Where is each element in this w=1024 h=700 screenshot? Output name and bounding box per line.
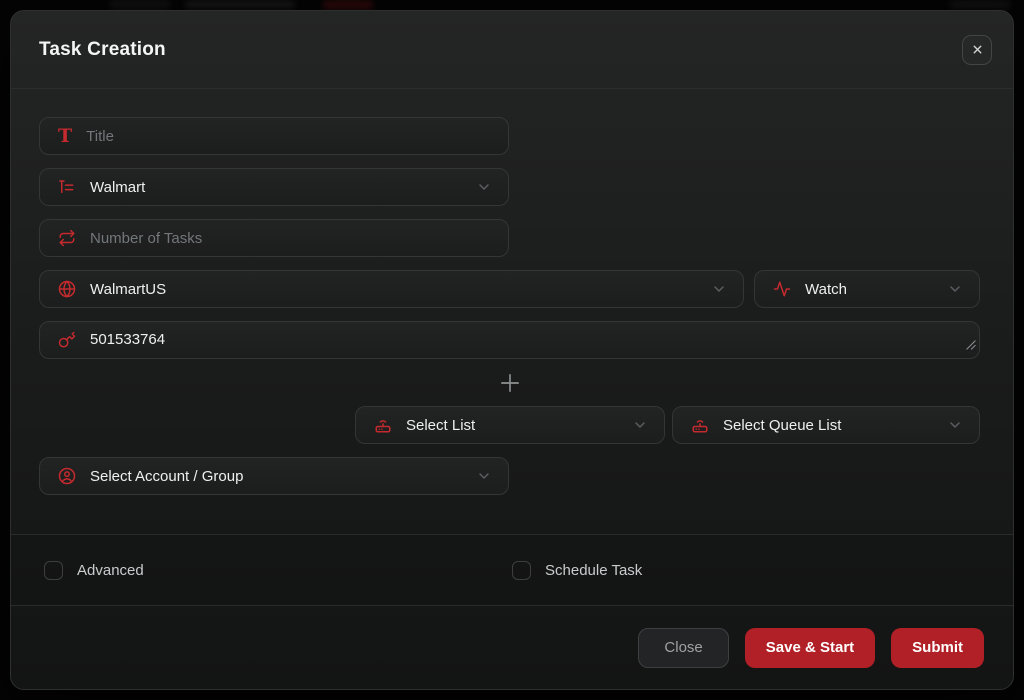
modal-footer: Close Save & Start Submit	[11, 606, 1013, 689]
advanced-checkbox[interactable]	[44, 561, 63, 580]
plus-icon	[496, 369, 524, 397]
chevron-down-icon	[947, 417, 963, 433]
mode-select-value: Watch	[805, 281, 933, 298]
key-icon	[58, 331, 76, 349]
list-select-value: Select List	[406, 417, 618, 434]
store-select-value: WalmartUS	[90, 281, 697, 298]
task-creation-modal: Task Creation T Walmart	[10, 10, 1014, 690]
modal-header: Task Creation	[11, 11, 1013, 89]
text-title-icon: T	[58, 127, 72, 146]
account-select-value: Select Account / Group	[90, 468, 462, 485]
activity-icon	[773, 280, 791, 298]
user-circle-icon	[58, 467, 76, 485]
page-title: Task Creation	[39, 39, 166, 61]
close-footer-button[interactable]: Close	[638, 628, 728, 668]
chevron-down-icon	[476, 468, 492, 484]
close-button[interactable]	[962, 35, 992, 65]
account-select[interactable]: Select Account / Group	[39, 457, 509, 495]
chevron-down-icon	[632, 417, 648, 433]
title-input[interactable]	[86, 128, 492, 145]
schedule-task-option[interactable]: Schedule Task	[512, 561, 642, 580]
mode-select[interactable]: Watch	[754, 270, 980, 308]
product-input-field[interactable]: 501533764	[39, 321, 980, 359]
platform-select-value: Walmart	[90, 179, 462, 196]
list-select[interactable]: Select List	[355, 406, 665, 444]
submit-button[interactable]: Submit	[891, 628, 984, 668]
background-blur	[323, 0, 373, 10]
add-row	[39, 359, 980, 406]
background-blur	[950, 0, 1010, 9]
title-field[interactable]: T	[39, 117, 509, 155]
chevron-down-icon	[711, 281, 727, 297]
add-task-button[interactable]	[496, 369, 524, 397]
schedule-task-label: Schedule Task	[545, 562, 642, 579]
router-icon	[374, 416, 392, 434]
queue-list-select[interactable]: Select Queue List	[672, 406, 980, 444]
platform-select[interactable]: Walmart	[39, 168, 509, 206]
background-blur	[185, 0, 295, 9]
close-icon	[971, 43, 984, 56]
chevron-down-icon	[947, 281, 963, 297]
save-start-button[interactable]: Save & Start	[745, 628, 875, 668]
schedule-task-checkbox[interactable]	[512, 561, 531, 580]
task-form: T Walmart WalmartUS	[11, 89, 1013, 534]
product-input[interactable]: 501533764	[90, 330, 971, 350]
store-select[interactable]: WalmartUS	[39, 270, 744, 308]
globe-icon	[58, 280, 76, 298]
chevron-down-icon	[476, 179, 492, 195]
task-count-input[interactable]	[90, 230, 492, 247]
advanced-option[interactable]: Advanced	[11, 561, 512, 580]
queue-list-select-value: Select Queue List	[723, 417, 933, 434]
background-blur	[110, 0, 170, 9]
options-section: Advanced Schedule Task	[11, 534, 1013, 606]
advanced-label: Advanced	[77, 562, 144, 579]
repeat-icon	[58, 229, 76, 247]
router-icon	[691, 416, 709, 434]
task-count-field[interactable]	[39, 219, 509, 257]
list-tree-icon	[58, 178, 76, 196]
resize-handle-icon[interactable]	[966, 337, 976, 355]
